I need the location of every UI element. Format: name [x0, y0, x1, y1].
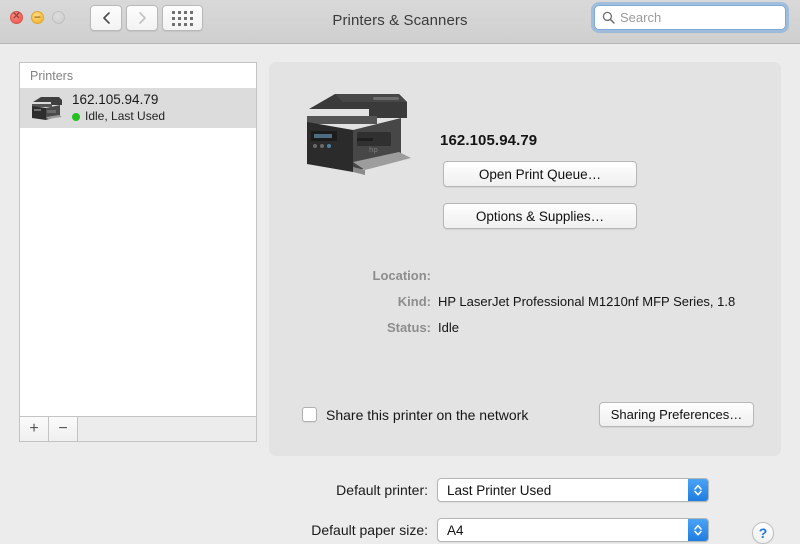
share-printer-row: Share this printer on the network Sharin… — [302, 402, 754, 427]
status-dot-icon — [72, 112, 80, 121]
open-print-queue-button[interactable]: Open Print Queue… — [443, 161, 637, 187]
default-printer-label: Default printer: — [336, 482, 428, 498]
chevron-updown-icon[interactable] — [688, 519, 708, 541]
svg-text:hp: hp — [369, 146, 378, 154]
window-toolbar: ✕ − Printers & Scanners Search — [0, 0, 800, 44]
help-button[interactable]: ? — [752, 522, 774, 544]
default-paper-size-value: A4 — [447, 522, 464, 538]
content-area: Printers 162.105.94.79 Idle, Last Used +… — [0, 44, 800, 544]
info-row-location: Location: — [269, 268, 781, 294]
printers-scanners-window: ✕ − Printers & Scanners Search Printers … — [0, 0, 800, 544]
search-icon — [602, 11, 615, 24]
printers-list-footer: + − — [19, 417, 257, 442]
share-printer-label: Share this printer on the network — [326, 406, 529, 423]
search-field[interactable] — [594, 5, 786, 30]
chevron-updown-icon[interactable] — [688, 479, 708, 501]
search-input[interactable] — [620, 10, 770, 25]
info-row-status: Status: Idle — [269, 320, 781, 346]
search-field-container — [594, 5, 786, 30]
footer-spacer — [78, 417, 256, 441]
printer-icon — [29, 93, 65, 123]
add-printer-button[interactable]: + — [20, 417, 49, 441]
default-printer-select[interactable]: Last Printer Used — [437, 478, 709, 502]
printer-info-rows: Location: Kind: HP LaserJet Professional… — [269, 268, 781, 346]
remove-printer-button[interactable]: − — [49, 417, 78, 441]
detail-printer-name: 162.105.94.79 — [440, 132, 538, 149]
list-item[interactable]: 162.105.94.79 Idle, Last Used — [20, 88, 256, 128]
default-paper-size-label: Default paper size: — [311, 522, 428, 538]
sharing-preferences-button[interactable]: Sharing Preferences… — [599, 402, 754, 427]
default-paper-size-select[interactable]: A4 — [437, 518, 709, 542]
default-printer-row: Default printer: Last Printer Used — [0, 478, 740, 502]
printers-list-header: Printers — [20, 63, 256, 88]
info-row-kind: Kind: HP LaserJet Professional M1210nf M… — [269, 294, 781, 320]
share-printer-checkbox[interactable] — [302, 407, 317, 422]
location-label: Location: — [372, 268, 432, 283]
default-paper-size-row: Default paper size: A4 — [0, 518, 740, 542]
kind-label: Kind: — [397, 294, 431, 309]
kind-value: HP LaserJet Professional M1210nf MFP Ser… — [438, 294, 736, 309]
options-supplies-button[interactable]: Options & Supplies… — [443, 203, 637, 229]
printer-name: 162.105.94.79 — [72, 92, 159, 108]
status-value: Idle — [438, 320, 459, 335]
status-label: Status: — [386, 320, 431, 335]
printers-list: Printers 162.105.94.79 Idle, Last Used — [19, 62, 257, 417]
printer-large-icon: hp — [295, 76, 415, 181]
printer-status: Idle, Last Used — [72, 109, 165, 123]
default-printer-value: Last Printer Used — [447, 482, 552, 498]
printer-status-label: Idle, Last Used — [85, 109, 166, 124]
list-item-text: 162.105.94.79 Idle, Last Used — [72, 92, 165, 124]
printer-detail-panel: hp 162.105.94.79 Open Print Queue… Optio… — [269, 62, 781, 456]
